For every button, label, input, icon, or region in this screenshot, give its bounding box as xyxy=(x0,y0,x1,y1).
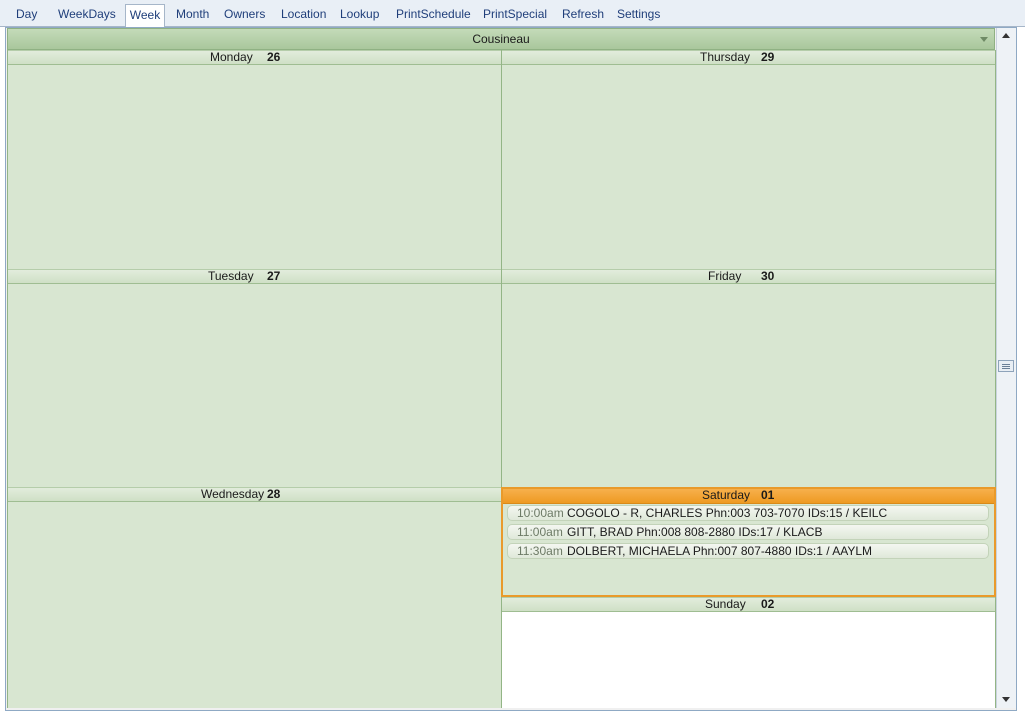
scroll-thumb[interactable] xyxy=(998,360,1014,372)
day-number: 29 xyxy=(761,50,775,64)
day-wednesday[interactable]: Wednesday 28 xyxy=(7,487,502,708)
day-header-monday: Monday 26 xyxy=(8,50,501,65)
menu-day[interactable]: Day xyxy=(16,4,37,24)
owner-name: Cousineau xyxy=(472,32,530,46)
day-header-friday: Friday 30 xyxy=(502,269,995,284)
menu-month[interactable]: Month xyxy=(176,4,209,24)
day-header-sunday: Sunday 02 xyxy=(502,597,995,612)
day-name: Monday xyxy=(210,50,253,64)
day-header-thursday: Thursday 29 xyxy=(502,50,995,65)
scroll-up-icon[interactable] xyxy=(1002,33,1010,38)
day-friday[interactable]: Friday 30 xyxy=(501,269,996,487)
day-number: 28 xyxy=(267,487,281,501)
day-header-tuesday: Tuesday 27 xyxy=(8,269,501,284)
appointment[interactable]: 11:30am DOLBERT, MICHAELA Phn:007 807-48… xyxy=(507,543,989,559)
menu-settings[interactable]: Settings xyxy=(617,4,660,24)
day-name: Saturday xyxy=(702,488,751,502)
day-name: Thursday xyxy=(700,50,751,64)
appointment-text: GITT, BRAD Phn:008 808-2880 IDs:17 / KLA… xyxy=(567,525,823,539)
menu-refresh[interactable]: Refresh xyxy=(562,4,604,24)
menu-owners[interactable]: Owners xyxy=(224,4,265,24)
grip-line xyxy=(1002,364,1010,365)
day-monday[interactable]: Monday 26 xyxy=(7,50,502,269)
appointment-text: DOLBERT, MICHAELA Phn:007 807-4880 IDs:1… xyxy=(567,544,873,558)
appointment-text: COGOLO - R, CHARLES Phn:003 703-7070 IDs… xyxy=(567,506,888,520)
menu-week[interactable]: Week xyxy=(125,4,165,27)
day-number: 02 xyxy=(761,597,775,611)
owner-selector[interactable]: Cousineau xyxy=(7,28,995,50)
day-name: Friday xyxy=(708,269,742,283)
day-number: 26 xyxy=(267,50,281,64)
appointment-time: 10:00am xyxy=(517,506,564,520)
day-name: Wednesday xyxy=(201,487,265,501)
scroll-down-icon[interactable] xyxy=(1002,697,1010,702)
day-thursday[interactable]: Thursday 29 xyxy=(501,50,996,269)
day-number: 01 xyxy=(761,488,775,502)
day-sunday[interactable]: Sunday 02 xyxy=(501,597,996,708)
menu-weekdays[interactable]: WeekDays xyxy=(58,4,116,24)
appointment-time: 11:30am xyxy=(517,544,563,558)
grip-line xyxy=(1002,366,1010,367)
day-header-saturday: Saturday 01 xyxy=(503,489,994,504)
day-name: Tuesday xyxy=(208,269,254,283)
menu-lookup[interactable]: Lookup xyxy=(340,4,379,24)
menu-printspecial[interactable]: PrintSpecial xyxy=(483,4,547,24)
day-tuesday[interactable]: Tuesday 27 xyxy=(7,269,502,487)
menu-location[interactable]: Location xyxy=(281,4,326,24)
appointment-time: 11:00am xyxy=(517,525,563,539)
day-number: 27 xyxy=(267,269,281,283)
vertical-scrollbar[interactable] xyxy=(996,28,1016,708)
day-header-wednesday: Wednesday 28 xyxy=(8,487,501,502)
day-number: 30 xyxy=(761,269,775,283)
appointment[interactable]: 11:00am GITT, BRAD Phn:008 808-2880 IDs:… xyxy=(507,524,989,540)
menu-bar: Day WeekDays Week Month Owners Location … xyxy=(0,0,1025,27)
menu-printschedule[interactable]: PrintSchedule xyxy=(396,4,471,24)
day-name: Sunday xyxy=(705,597,746,611)
day-saturday[interactable]: Saturday 01 10:00am COGOLO - R, CHARLES … xyxy=(501,487,996,597)
appointment[interactable]: 10:00am COGOLO - R, CHARLES Phn:003 703-… xyxy=(507,505,989,521)
chevron-down-icon[interactable] xyxy=(980,37,988,42)
grip-line xyxy=(1002,368,1010,369)
